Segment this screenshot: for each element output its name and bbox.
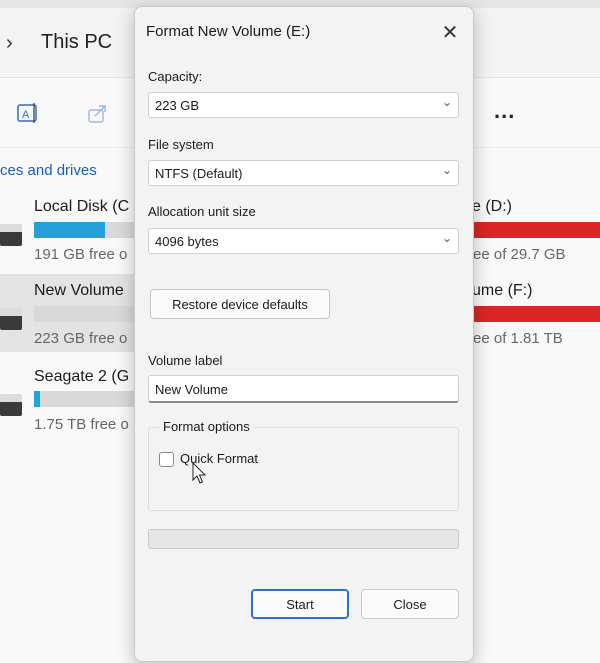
drive-icon: [0, 308, 22, 330]
file-system-select[interactable]: NTFS (Default) ⌄: [148, 160, 459, 186]
drive-free-space: ree of 1.81 TB: [468, 330, 563, 347]
allocation-unit-label: Allocation unit size: [148, 204, 256, 219]
format-progress-bar: [148, 529, 459, 549]
mouse-pointer-icon: [192, 462, 207, 484]
breadcrumb-chevron-icon[interactable]: ›: [6, 32, 13, 55]
file-system-value: NTFS (Default): [155, 166, 243, 181]
quick-format-checkbox[interactable]: [159, 452, 174, 467]
drive-usage-fill: [34, 391, 41, 407]
capacity-select[interactable]: 223 GB ⌄: [148, 92, 459, 118]
dialog-title: Format New Volume (E:): [146, 23, 311, 40]
drive-usage-bar: [34, 391, 135, 407]
drive-name[interactable]: ume (F:): [472, 282, 532, 300]
more-options-icon[interactable]: ...: [494, 98, 515, 124]
drive-free-space: ree of 29.7 GB: [468, 246, 566, 263]
drive-free-space: 191 GB free o: [34, 246, 128, 263]
restore-defaults-button[interactable]: Restore device defaults: [150, 289, 330, 319]
drive-usage-fill: [460, 222, 600, 238]
drive-usage-bar: [34, 306, 135, 322]
drive-usage-fill: [34, 222, 105, 238]
capacity-value: 223 GB: [155, 98, 200, 113]
format-dialog: Format New Volume (E:) ✕ Capacity: 223 G…: [134, 6, 474, 662]
drive-name[interactable]: e (D:): [472, 198, 512, 216]
devices-and-drives-heading: ces and drives: [0, 162, 97, 179]
share-icon[interactable]: [85, 100, 111, 126]
drive-usage-bar: [460, 222, 600, 238]
allocation-unit-value: 4096 bytes: [155, 234, 219, 249]
drive-usage-fill: [460, 306, 600, 322]
drive-name: Local Disk (C: [34, 198, 130, 215]
svg-text:A: A: [22, 109, 30, 121]
breadcrumb-this-pc[interactable]: This PC: [41, 31, 112, 54]
capacity-label: Capacity:: [148, 69, 203, 84]
drive-free-space: 223 GB free o: [34, 330, 128, 347]
drive-name: New Volume: [34, 282, 124, 299]
drive-icon: [0, 224, 22, 246]
rename-icon[interactable]: A: [15, 100, 41, 126]
chevron-down-icon: ⌄: [441, 231, 452, 245]
chevron-down-icon: ⌄: [441, 95, 452, 109]
file-system-label: File system: [148, 137, 214, 152]
drive-free-space: 1.75 TB free o: [34, 416, 129, 433]
chevron-down-icon: ⌄: [441, 163, 452, 177]
close-button[interactable]: Close: [361, 589, 459, 619]
close-icon[interactable]: ✕: [435, 17, 465, 47]
drive-usage-bar: [460, 306, 600, 322]
allocation-unit-select[interactable]: 4096 bytes ⌄: [148, 228, 459, 254]
volume-label-label: Volume label: [148, 353, 223, 368]
drive-icon: [0, 394, 22, 416]
drive-usage-bar: [34, 222, 135, 238]
volume-label-input[interactable]: New Volume: [148, 375, 459, 403]
format-options-label: Format options: [159, 419, 254, 434]
start-button[interactable]: Start: [251, 589, 349, 619]
drive-name: Seagate 2 (G: [34, 368, 130, 385]
